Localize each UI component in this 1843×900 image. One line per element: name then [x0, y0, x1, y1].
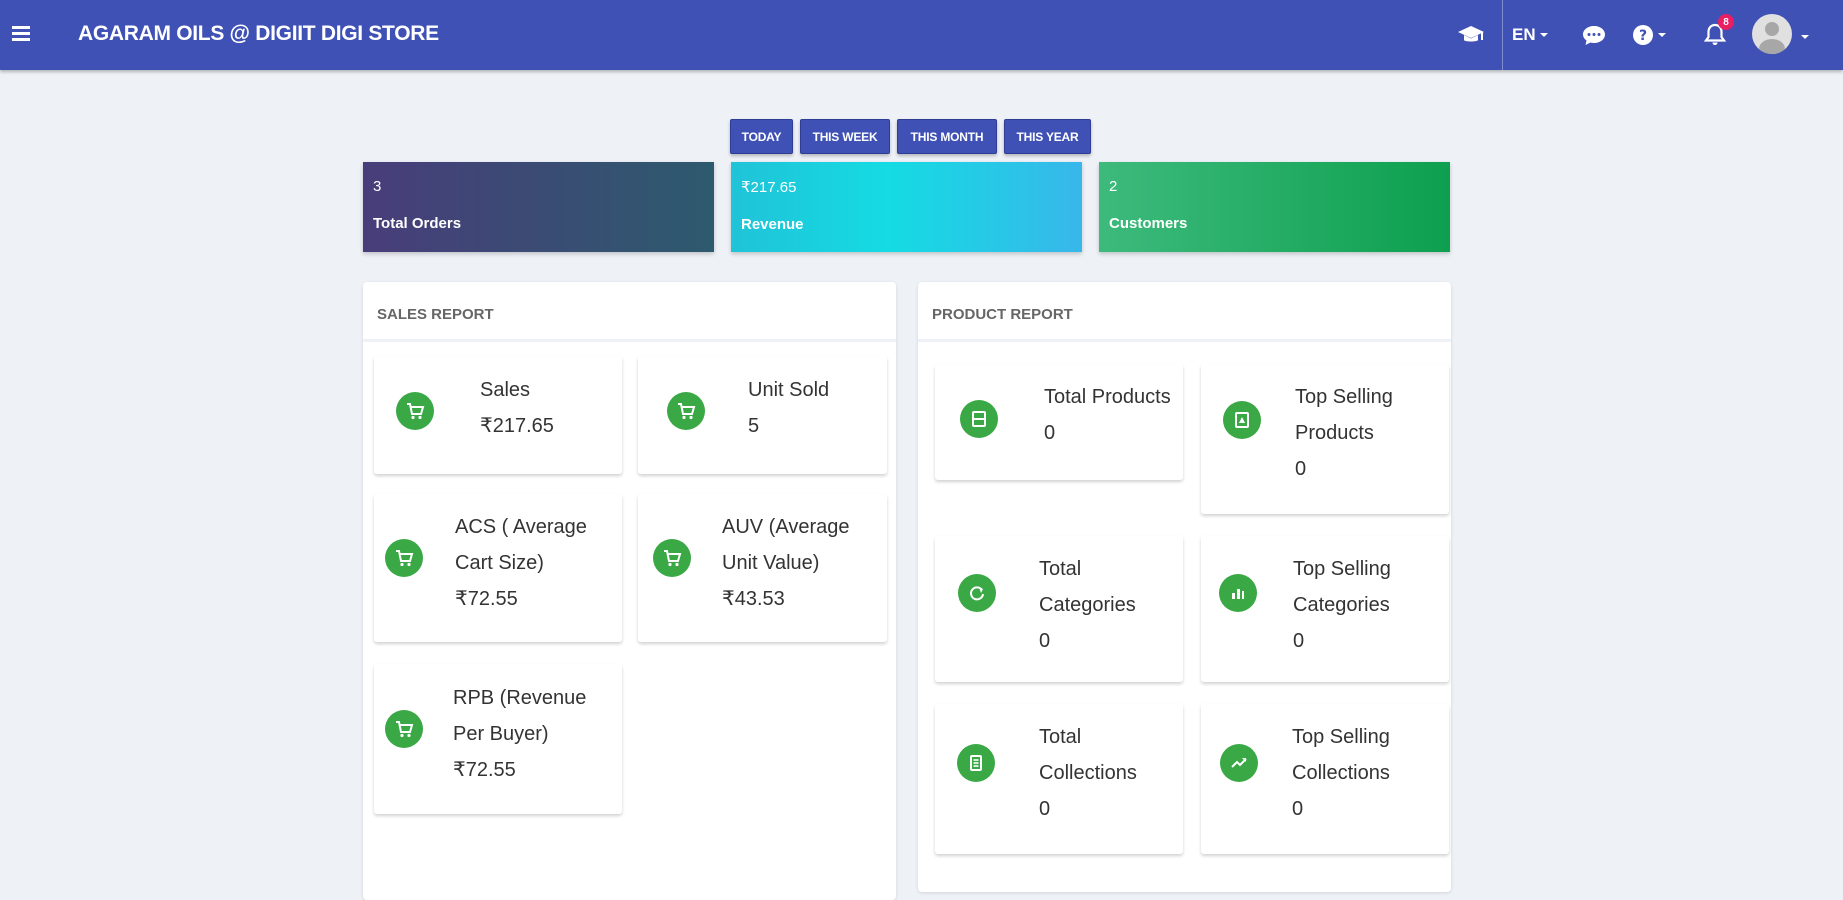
tile-label: Unit Sold [748, 379, 830, 401]
menu-icon[interactable] [12, 23, 36, 45]
auv-tile[interactable]: AUV (Average Unit Value) ₹43.53 [638, 494, 887, 642]
chat-icon[interactable] [1582, 22, 1606, 48]
rpb-tile[interactable]: RPB (Revenue Per Buyer) ₹72.55 [374, 664, 622, 814]
total-collections-tile[interactable]: Total Collections 0 [935, 704, 1183, 854]
tile-label-line: Collections [1292, 762, 1390, 784]
product-report-title: PRODUCT REPORT [918, 282, 1451, 342]
tile-label-line: Collections [1039, 762, 1137, 784]
caret-down-icon [1539, 33, 1548, 37]
categories-icon [958, 574, 996, 612]
period-this-month-button[interactable]: THIS MONTH [897, 119, 997, 154]
tile-label-line: Categories [1293, 594, 1390, 616]
period-this-year-button[interactable]: THIS YEAR [1004, 119, 1091, 154]
tile-value: ₹217.65 [480, 415, 554, 437]
help-icon[interactable]: ? [1632, 22, 1666, 48]
svg-text:?: ? [1639, 28, 1647, 44]
top-selling-products-tile[interactable]: Top Selling Products 0 [1201, 364, 1449, 514]
stat-value: 2 [1109, 178, 1118, 195]
total-categories-tile[interactable]: Total Categories 0 [935, 536, 1183, 682]
stat-card-customers: 2 Customers [1099, 162, 1450, 252]
tile-label-line: ACS ( Average [455, 516, 587, 538]
top-selling-categories-tile[interactable]: Top Selling Categories 0 [1201, 536, 1449, 682]
tile-value: 5 [748, 415, 760, 437]
tile-label-line: Top Selling [1295, 386, 1393, 408]
tile-label-line: Total [1039, 558, 1082, 580]
top-categories-icon [1219, 574, 1257, 612]
tile-value: ₹72.55 [455, 588, 518, 610]
tile-label-line: Top Selling [1292, 726, 1390, 748]
tile-label-line: RPB (Revenue [453, 687, 587, 709]
graduation-cap-icon[interactable] [1457, 22, 1485, 48]
language-label: EN [1512, 25, 1536, 44]
collections-icon [957, 744, 995, 782]
tile-label-line: Unit Value) [722, 552, 820, 574]
cart-icon [667, 392, 705, 430]
tile-value: 0 [1044, 422, 1056, 444]
sales-report-title: SALES REPORT [363, 282, 896, 342]
tile-value: ₹72.55 [453, 759, 516, 781]
caret-down-icon [1658, 33, 1666, 37]
tile-label-line: Cart Size) [455, 552, 544, 574]
stat-card-total-orders: 3 Total Orders [363, 162, 714, 252]
sales-report-panel: SALES REPORT Sales ₹217.65 Unit Sold 5 A… [363, 282, 896, 900]
period-today-button[interactable]: TODAY [730, 119, 793, 154]
tile-label: Sales [480, 379, 531, 401]
tile-label: Total Products [1044, 386, 1171, 408]
stat-label: Customers [1109, 215, 1188, 232]
cart-icon [653, 539, 691, 577]
sales-tile[interactable]: Sales ₹217.65 [374, 356, 622, 474]
language-selector[interactable]: EN [1512, 22, 1548, 48]
tile-label-line: Total [1039, 726, 1082, 748]
tile-label-line: Products [1295, 422, 1374, 444]
unit-sold-tile[interactable]: Unit Sold 5 [638, 356, 887, 474]
tile-value: 0 [1293, 630, 1305, 652]
tile-value: 0 [1039, 798, 1051, 820]
tile-label-line: Categories [1039, 594, 1136, 616]
tile-label-line: Per Buyer) [453, 723, 549, 745]
bell-icon[interactable]: 8 [1704, 14, 1734, 48]
notification-badge: 8 [1718, 14, 1734, 30]
cart-icon [396, 392, 434, 430]
tile-value: ₹43.53 [722, 588, 785, 610]
acs-tile[interactable]: ACS ( Average Cart Size) ₹72.55 [374, 494, 622, 642]
tile-label-line: AUV (Average [722, 516, 850, 538]
stat-label: Total Orders [373, 215, 462, 232]
stat-value: ₹217.65 [741, 179, 797, 196]
cart-icon [385, 710, 423, 748]
stat-card-revenue: ₹217.65 Revenue [731, 162, 1082, 252]
top-selling-collections-tile[interactable]: Top Selling Collections 0 [1201, 704, 1449, 854]
period-this-week-button[interactable]: THIS WEEK [800, 119, 890, 154]
stat-value: 3 [373, 178, 382, 195]
product-report-panel: PRODUCT REPORT Total Products 0 Top Sell… [918, 282, 1451, 892]
tile-value: 0 [1292, 798, 1304, 820]
total-products-tile[interactable]: Total Products 0 [935, 364, 1183, 480]
top-products-icon [1223, 401, 1261, 439]
store-title: AGARAM OILS @ DIGIIT DIGI STORE [78, 22, 439, 45]
trending-icon [1220, 744, 1258, 782]
products-icon [960, 400, 998, 438]
topbar-divider [1502, 0, 1503, 70]
stat-label: Revenue [741, 216, 804, 233]
tile-value: 0 [1295, 458, 1307, 480]
top-bar: AGARAM OILS @ DIGIIT DIGI STORE EN ? 8 [0, 0, 1843, 70]
avatar-caret-icon[interactable] [1801, 35, 1809, 39]
tile-value: 0 [1039, 630, 1051, 652]
user-avatar-icon[interactable] [1752, 14, 1792, 54]
cart-icon [385, 539, 423, 577]
tile-label-line: Top Selling [1293, 558, 1391, 580]
